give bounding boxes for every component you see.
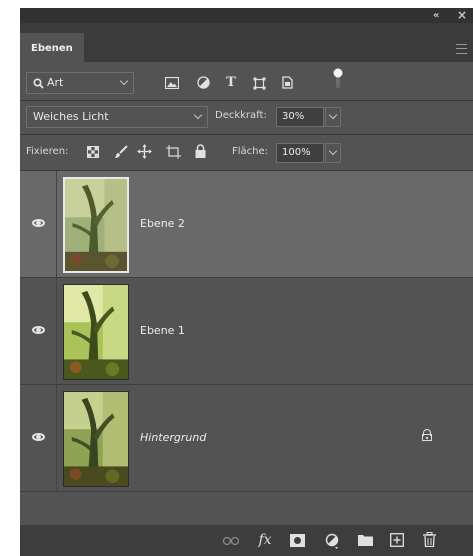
eye-icon	[32, 326, 45, 334]
filter-kind-label: Art	[47, 76, 64, 89]
layer-row-ebene-1[interactable]: Ebene 1	[20, 278, 473, 385]
eye-icon	[32, 219, 45, 227]
eye-icon	[32, 433, 45, 441]
lock-body	[422, 434, 432, 441]
layers-panel: « × Ebenen Art T Weiches Licht Deckkraft…	[20, 8, 473, 556]
filter-toggle-icon[interactable]	[333, 68, 343, 88]
adjustment-filter-icon[interactable]	[197, 76, 210, 89]
visibility-toggle[interactable]	[20, 171, 57, 277]
layer-thumbnail	[63, 284, 129, 380]
fx-icon[interactable]: fx	[256, 531, 274, 549]
chevron-down-icon	[328, 146, 338, 156]
forest-thumbnail-image	[64, 392, 128, 486]
layers-bottom-toolbar: fx	[20, 525, 473, 556]
layer-name[interactable]: Hintergrund	[140, 431, 206, 444]
chevron-down-icon	[193, 110, 203, 120]
image-filter-icon[interactable]	[165, 77, 179, 89]
chevron-down-icon	[119, 76, 129, 86]
fill-label: Fläche:	[232, 146, 269, 157]
text-filter-icon[interactable]: T	[223, 72, 239, 94]
blend-mode-dropdown[interactable]: Weiches Licht	[26, 106, 208, 128]
shape-filter-icon[interactable]	[253, 77, 266, 90]
layer-row-hintergrund[interactable]: Hintergrund	[20, 385, 473, 492]
divider	[20, 134, 473, 135]
lock-icon[interactable]	[422, 429, 432, 441]
opacity-label: Deckkraft:	[215, 110, 267, 121]
layer-thumbnail	[63, 177, 129, 273]
new-layer-icon[interactable]	[390, 533, 404, 547]
lock-all-icon[interactable]	[195, 144, 206, 158]
add-mask-icon[interactable]	[290, 534, 305, 547]
visibility-toggle[interactable]	[20, 278, 57, 384]
filter-kind-dropdown[interactable]: Art	[26, 72, 134, 94]
fill-slider-toggle[interactable]	[325, 143, 341, 163]
blend-row: Weiches Licht Deckkraft: 30%	[20, 106, 473, 128]
layer-thumbnail	[63, 391, 129, 487]
divider	[20, 100, 473, 101]
visibility-toggle[interactable]	[20, 385, 57, 491]
panel-tab-bar: Ebenen	[20, 23, 473, 62]
layer-name[interactable]: Ebene 2	[140, 217, 185, 230]
search-icon	[33, 78, 44, 89]
lock-row: Fixieren: Fläche: 100%	[20, 141, 473, 163]
delete-layer-icon[interactable]	[423, 532, 436, 547]
smart-object-filter-icon[interactable]	[282, 76, 293, 89]
new-group-icon[interactable]	[358, 534, 373, 546]
layer-name[interactable]: Ebene 1	[140, 324, 185, 337]
link-layers-icon[interactable]	[223, 537, 239, 545]
lock-label: Fixieren:	[26, 146, 69, 157]
forest-thumbnail-image	[65, 179, 127, 271]
collapse-panel-icon[interactable]: «	[433, 8, 439, 23]
new-adjustment-layer-icon[interactable]	[325, 533, 339, 549]
panel-menu-icon[interactable]	[456, 44, 467, 54]
forest-thumbnail-image	[64, 285, 128, 379]
chevron-down-icon	[328, 110, 338, 120]
lock-image-pixels-icon[interactable]	[114, 145, 128, 159]
close-panel-icon[interactable]: ×	[457, 8, 467, 23]
layer-row-ebene-2[interactable]: Ebene 2	[20, 171, 473, 278]
blend-mode-label: Weiches Licht	[33, 110, 109, 123]
tab-ebenen[interactable]: Ebenen	[20, 33, 84, 62]
opacity-slider-toggle[interactable]	[325, 107, 341, 127]
panel-title-strip: « ×	[20, 8, 473, 23]
lock-artboard-icon[interactable]	[166, 145, 181, 159]
lock-transparent-pixels-icon[interactable]	[87, 146, 99, 158]
lock-position-icon[interactable]	[137, 144, 152, 159]
filter-row: Art T	[20, 68, 473, 94]
opacity-field[interactable]: 30%	[276, 107, 324, 127]
fill-field[interactable]: 100%	[276, 143, 324, 163]
